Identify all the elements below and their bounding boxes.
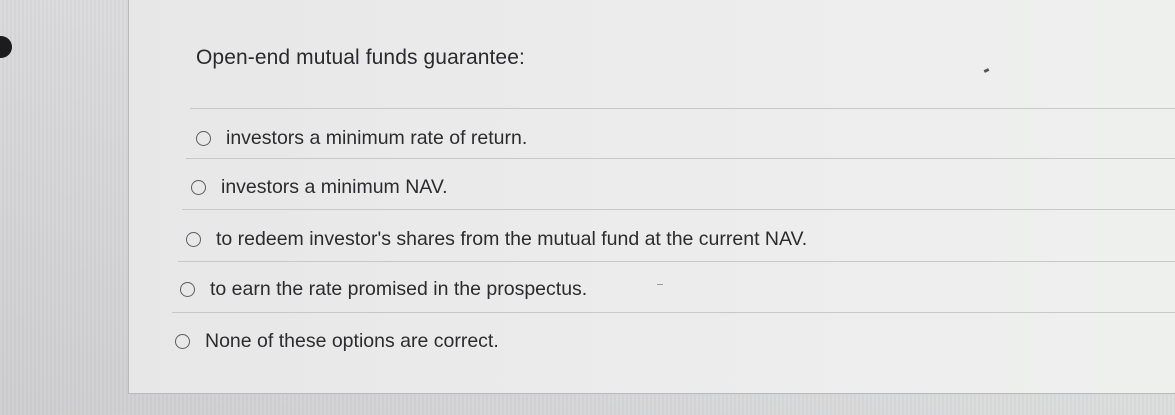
separator <box>182 209 1175 210</box>
answer-option-3[interactable]: to redeem investor's shares from the mut… <box>186 228 807 251</box>
option-label: to earn the rate promised in the prospec… <box>210 278 588 300</box>
radio-button-icon[interactable] <box>175 334 190 349</box>
answer-option-5[interactable]: None of these options are correct. <box>175 330 499 353</box>
separator <box>186 158 1175 159</box>
stray-mark <box>657 284 663 285</box>
question-prompt: Open-end mutual funds guarantee: <box>196 46 525 69</box>
answer-option-2[interactable]: investors a minimum NAV. <box>191 176 448 199</box>
radio-button-icon[interactable] <box>186 232 201 247</box>
option-label: to redeem investor's shares from the mut… <box>216 228 808 250</box>
answer-option-4[interactable]: to earn the rate promised in the prospec… <box>180 278 587 301</box>
option-label: investors a minimum rate of return. <box>226 127 528 149</box>
option-label: None of these options are correct. <box>205 330 499 352</box>
answer-option-1[interactable]: investors a minimum rate of return. <box>196 127 527 150</box>
radio-button-icon[interactable] <box>180 282 195 297</box>
option-label: investors a minimum NAV. <box>221 176 448 198</box>
radio-button-icon[interactable] <box>196 131 211 146</box>
separator <box>190 108 1175 109</box>
radio-button-icon[interactable] <box>191 180 206 195</box>
separator <box>172 312 1175 313</box>
separator <box>178 261 1175 262</box>
